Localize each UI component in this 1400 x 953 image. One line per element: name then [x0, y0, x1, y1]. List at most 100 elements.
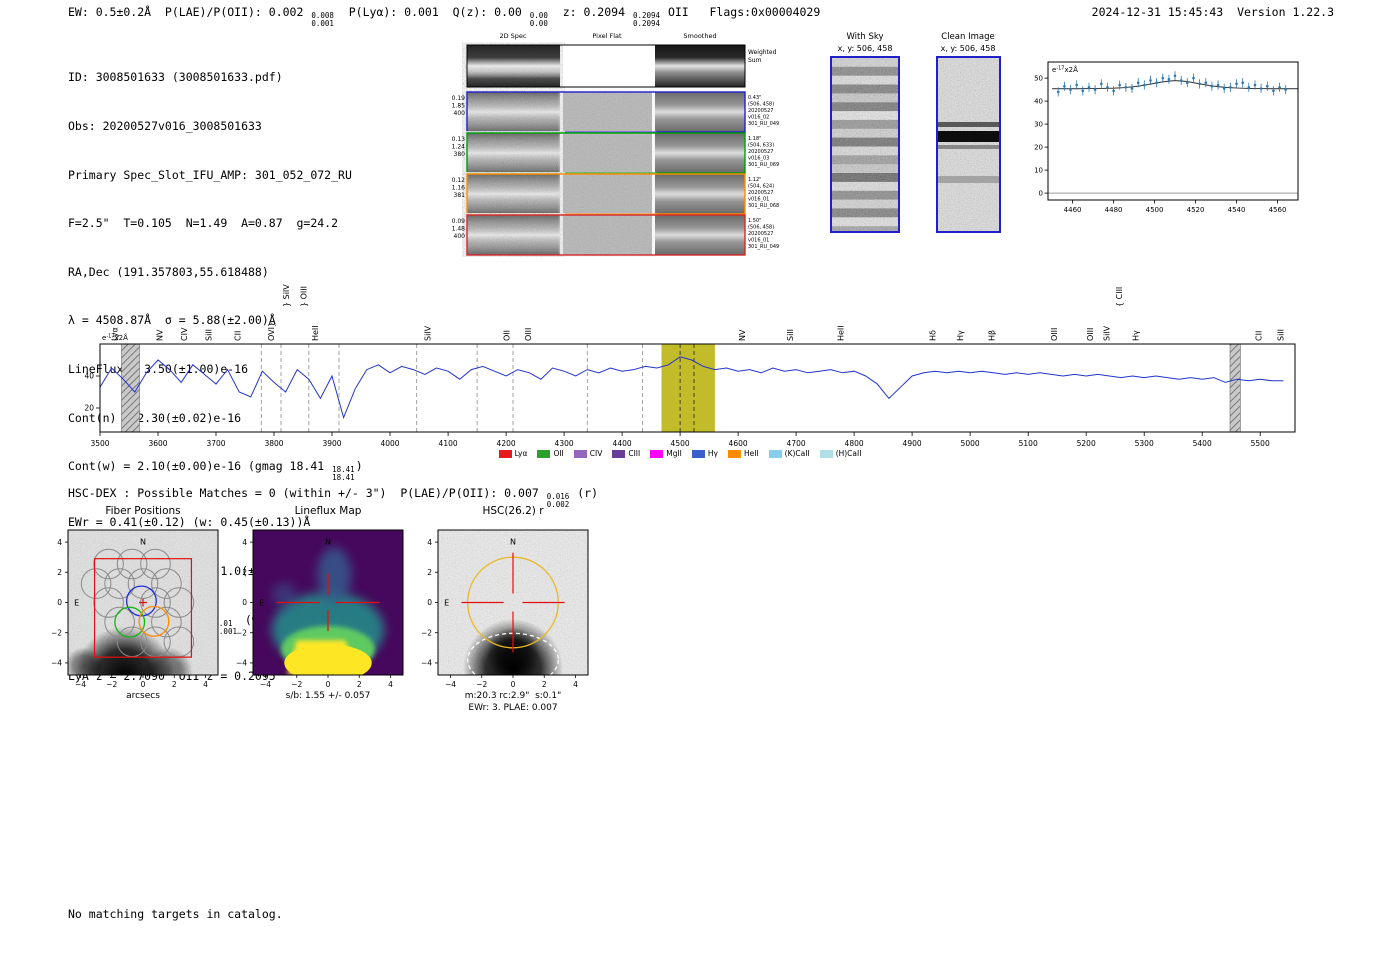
svg-text:4500: 4500: [671, 439, 690, 448]
emission-line-label: Hβ: [988, 330, 997, 341]
inset-data-point: [1118, 83, 1121, 87]
svg-text:−2: −2: [236, 628, 247, 637]
svg-text:50: 50: [1034, 75, 1043, 83]
svg-text:5200: 5200: [1077, 439, 1096, 448]
svg-text:4: 4: [573, 680, 578, 689]
svg-text:3500: 3500: [90, 439, 109, 448]
svg-text:3600: 3600: [148, 439, 167, 448]
inset-data-point: [1155, 81, 1158, 84]
svg-text:0: 0: [57, 598, 62, 607]
timestamp-version: 2024-12-31 15:45:43 Version 1.22.3: [1091, 5, 1334, 19]
cutout-row: 0.191.85400 0.43"(506, 458)20200527v016_0…: [452, 91, 779, 133]
inset-data-point: [1259, 87, 1263, 90]
legend-swatch: [727, 449, 741, 458]
svg-text:4: 4: [203, 680, 208, 689]
cutout-row-right-label: 301_RU_068: [748, 203, 779, 209]
emission-line-label: OIII: [1086, 328, 1095, 341]
hsc-image: N E −4 −4 −2 −2 0 0 2 2 4 4: [421, 529, 589, 689]
cutout-row-right-label: 301_RU_049: [748, 121, 779, 127]
svg-text:10: 10: [1034, 167, 1043, 175]
cutout-row-right-label: v016_02: [748, 115, 769, 121]
emission-line-label: OIII: [1050, 328, 1059, 341]
cutouts-2d-image: 2D Spec Pixel Flat SmoothedWeightedSum0.19…: [452, 32, 779, 256]
inset-data-point: [1136, 81, 1140, 84]
legend-item: CIII: [612, 449, 640, 458]
legend-swatch: [498, 449, 512, 458]
cutout-row-left-label: 1.48: [452, 226, 466, 233]
svg-text:5300: 5300: [1135, 439, 1154, 448]
footer-notes: No matching targets in catalog. Row inte…: [68, 876, 283, 953]
inset-data-point: [1081, 89, 1085, 93]
cutout-row-right-label: 301_RU_069: [748, 162, 779, 168]
svg-text:4: 4: [57, 538, 62, 547]
cutout-row-left-label: 400: [454, 233, 466, 240]
emission-line-label: SiII: [1276, 329, 1285, 341]
cutout-row-left-label: 0.09: [452, 218, 466, 225]
svg-text:20: 20: [84, 404, 94, 413]
cutout-row-right-label: 20200527: [748, 231, 773, 237]
cutout-weighted-row: WeightedSum: [466, 44, 777, 88]
hsc-image-title: HSC(26.2) r: [482, 505, 544, 517]
clean-image: [935, 56, 1001, 233]
svg-text:40: 40: [84, 372, 94, 381]
inset-data-point: [1173, 74, 1177, 78]
inset-data-point: [1093, 88, 1097, 91]
svg-text:−4: −4: [445, 680, 456, 689]
east-label: E: [444, 599, 449, 608]
svg-text:2: 2: [242, 568, 247, 577]
inset-data-point: [1056, 90, 1060, 94]
inset-data-point: [1186, 81, 1189, 84]
svg-text:4900: 4900: [903, 439, 922, 448]
emission-line-label: CII: [233, 331, 242, 341]
svg-text:4300: 4300: [555, 439, 574, 448]
emission-line-label: NV: [156, 329, 165, 341]
selected-line-band: [661, 344, 715, 432]
svg-text:4200: 4200: [497, 439, 516, 448]
cutout-row-right-label: (504, 633): [748, 143, 774, 149]
svg-text:4: 4: [388, 680, 393, 689]
legend-item: MgII: [650, 449, 682, 458]
svg-text:4500: 4500: [1146, 206, 1164, 214]
emission-line-label: OIII: [524, 328, 533, 341]
legend-item: Hγ: [691, 449, 718, 458]
main-spectrum-svg: 3500 3600 3700 3800 3900 4000 4100 4200 4300 4400…: [84, 284, 1296, 448]
cutout-row-right-label: 20200527: [748, 190, 773, 196]
legend-item: Lyα: [498, 449, 527, 458]
svg-text:−4: −4: [260, 680, 271, 689]
svg-text:−2: −2: [476, 680, 487, 689]
east-label: E: [74, 599, 79, 608]
svg-text:4540: 4540: [1228, 206, 1246, 214]
inset-data-point: [1272, 89, 1275, 93]
emission-line-label: SiII: [204, 329, 213, 341]
info-line-fiber-stats: F=2.5" T=0.105 N=1.49 A=0.87 g=24.2: [68, 216, 339, 231]
cutout-row-left-label: 0.12: [452, 177, 466, 184]
svg-text:−2: −2: [106, 680, 117, 689]
legend-item: CIV: [573, 449, 602, 458]
cutout-row-left-label: 400: [454, 110, 466, 117]
footer-note-1: No matching targets in catalog.: [68, 907, 283, 921]
cutout-row-left-label: 1.24: [452, 144, 466, 151]
svg-text:0: 0: [427, 598, 432, 607]
inset-data-point: [1143, 83, 1146, 87]
fiber-positions-title: Fiber Positions: [105, 505, 181, 517]
emission-line-label: HeII: [837, 325, 846, 341]
cutout-row-right-label: 20200527: [748, 108, 773, 114]
cutout-row-left-label: 0.19: [452, 95, 466, 102]
svg-text:4700: 4700: [787, 439, 806, 448]
main-spectrum-chart: 3500 3600 3700 3800 3900 4000 4100 4200 4300 4400…: [40, 262, 1320, 462]
lineflux-map-image: N E −4 −4 −2 −2 0 0 2 2 4 4: [236, 529, 404, 689]
emission-line-label: OII: [503, 330, 512, 341]
inset-data-point: [1192, 76, 1195, 80]
cutout-row-right-label: 1.12": [748, 177, 761, 183]
emission-line-label: OVI}: [267, 322, 276, 341]
north-label: N: [510, 537, 516, 546]
cutout-row-left-label: 0.13: [452, 136, 466, 143]
svg-text:2: 2: [57, 568, 62, 577]
legend-swatch: [768, 449, 782, 458]
inset-data-point: [1284, 88, 1287, 91]
svg-text:5000: 5000: [961, 439, 980, 448]
legend-swatch: [819, 449, 833, 458]
legend-swatch: [612, 449, 626, 458]
svg-text:4400: 4400: [613, 439, 632, 448]
inset-data-point: [1100, 82, 1103, 86]
